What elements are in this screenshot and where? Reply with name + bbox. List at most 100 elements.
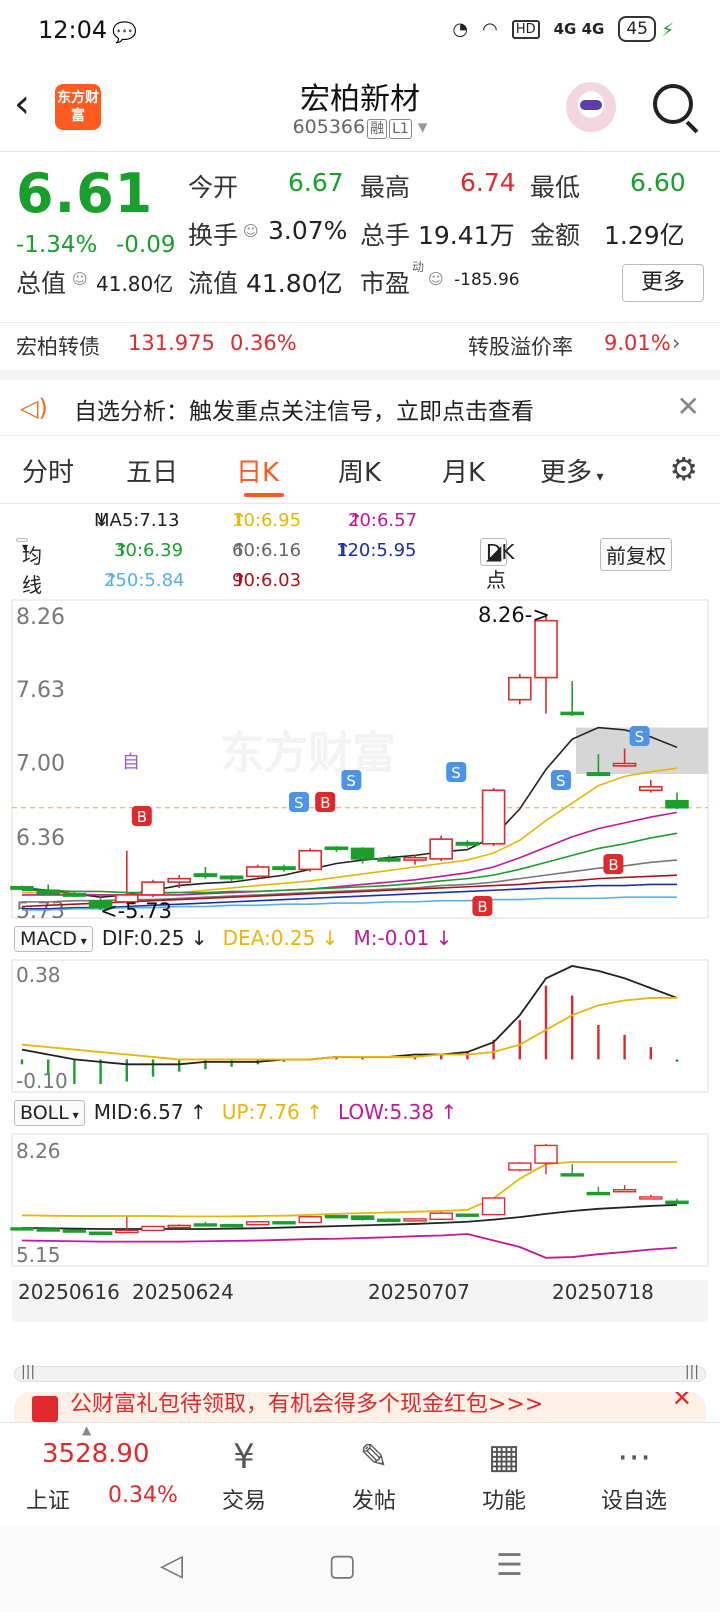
- index-value: 3528.90: [42, 1439, 150, 1469]
- ma120-label: 120:5.95 ↑: [336, 540, 417, 561]
- tab-more[interactable]: 更多 ▾: [540, 452, 604, 489]
- tab-intraday[interactable]: 分时: [22, 452, 74, 489]
- gear-icon[interactable]: ⚙: [669, 450, 698, 488]
- dif-line: [21, 965, 678, 1066]
- convertible-bond-row[interactable]: 宏柏转债 131.975 0.36% 转股溢价率 9.01% ›: [0, 322, 720, 370]
- boll-candle-body: [272, 1221, 296, 1225]
- ma250-label: 250:5.84 ↑: [104, 570, 185, 591]
- date-label: 20250707: [368, 1280, 470, 1304]
- boll-chart[interactable]: 8.26 5.15: [0, 1132, 720, 1268]
- amount-value: 1.29亿: [604, 221, 685, 250]
- boll-candle-body: [88, 1231, 113, 1236]
- macd-chart[interactable]: 0.38 -0.10: [0, 958, 720, 1094]
- scroll-handle-left-icon[interactable]: |||: [21, 1364, 35, 1380]
- battery-icon: 45: [618, 16, 656, 42]
- status-time: 12:04: [38, 16, 108, 44]
- boll-candle-body: [115, 1229, 139, 1234]
- edit-icon: ✎: [359, 1437, 389, 1477]
- tab-five-day[interactable]: 五日: [126, 452, 178, 489]
- boll-candle-body: [298, 1216, 322, 1224]
- more-button[interactable]: 更多: [622, 264, 704, 302]
- low-label: 最低: [530, 173, 581, 202]
- speed-icon: ◔: [452, 18, 469, 40]
- candle-body: [272, 866, 296, 871]
- boll-candle-body: [612, 1189, 637, 1193]
- assistant-robot-icon[interactable]: [566, 82, 616, 132]
- mcap-label: 总值: [16, 269, 67, 298]
- ma5-label: MA5:7.13 ↓: [94, 510, 180, 531]
- candle-body: [376, 858, 401, 862]
- nav-home-icon[interactable]: ▢: [328, 1548, 356, 1583]
- date-label: 20250718: [552, 1280, 654, 1304]
- post-button[interactable]: ✎ 发帖: [314, 1423, 434, 1515]
- candle-body: [507, 676, 532, 701]
- info-icon[interactable]: ☺: [72, 270, 88, 288]
- tab-monthly-k[interactable]: 月K: [442, 452, 485, 489]
- scroll-handle-right-icon[interactable]: |||: [685, 1364, 699, 1380]
- date-axis: 20250616 20250624 20250707 20250718: [12, 1280, 708, 1322]
- boll-candle-body: [508, 1162, 532, 1171]
- functions-button[interactable]: ▦ 功能: [444, 1423, 564, 1515]
- tab-weekly-k[interactable]: 周K: [338, 452, 381, 489]
- ma-select-button[interactable]: 均线 ▾: [16, 538, 42, 597]
- nav-recents-icon[interactable]: ☰: [496, 1548, 523, 1583]
- boll-candle-body: [36, 1228, 60, 1232]
- margin-tag: 融: [367, 119, 388, 139]
- candle-body: [481, 789, 506, 845]
- dk-point-button[interactable]: DK点 ◢: [480, 538, 515, 592]
- boll-select-button[interactable]: BOLL ▾: [14, 1100, 85, 1126]
- signal-marker-label: B: [137, 808, 147, 826]
- dea-line: [21, 997, 677, 1061]
- adjust-button[interactable]: 前复权: [600, 538, 672, 571]
- speaker-icon: ◁): [20, 394, 48, 422]
- ma30-line: [22, 832, 678, 894]
- candle-body: [167, 877, 191, 883]
- pe-dynamic-mark: 动: [412, 260, 425, 274]
- wifi-icon: ◠: [482, 18, 498, 40]
- bond-name: 宏柏转债: [16, 335, 100, 359]
- search-icon[interactable]: [653, 84, 693, 124]
- macd-select-button[interactable]: MACD ▾: [14, 926, 93, 952]
- candle-body: [534, 619, 558, 679]
- chart-scrollbar[interactable]: ||| |||: [14, 1364, 706, 1382]
- y-tick-label: 5.15: [16, 1243, 61, 1267]
- trade-button[interactable]: ¥ 交易: [184, 1423, 304, 1515]
- y-tick-label: -0.10: [16, 1069, 68, 1093]
- signal-marker-label: B: [477, 898, 487, 916]
- boll-candle-body: [586, 1191, 611, 1196]
- promo-banner[interactable]: 公财富礼包待领取，有机会得多个现金红包>>> ✕: [14, 1392, 706, 1422]
- boll-candle-body: [429, 1212, 453, 1220]
- boll-candle-body: [62, 1229, 87, 1233]
- charging-icon: ⚡: [661, 20, 674, 41]
- grid-icon: ▦: [487, 1437, 521, 1477]
- boll-candle-body: [10, 1227, 34, 1231]
- volume-value: 19.41万: [418, 221, 515, 250]
- date-label: 20250616: [18, 1280, 120, 1304]
- boll-candle-body: [377, 1218, 401, 1222]
- pe-label: 市盈: [360, 269, 411, 298]
- volume-label: 总手: [360, 221, 411, 250]
- turnover-label: 换手: [188, 221, 239, 250]
- index-ticker[interactable]: ▲ 3528.90 上证 0.34%: [0, 1423, 180, 1527]
- boll-candle-body: [219, 1223, 244, 1228]
- boll-candle-body: [560, 1173, 584, 1177]
- add-watchlist-button[interactable]: ⋯ 设自选: [574, 1423, 694, 1515]
- y-tick-label: 7.63: [16, 678, 65, 703]
- boll-candle-body: [141, 1225, 165, 1232]
- close-icon[interactable]: ✕: [672, 1392, 692, 1412]
- dea-label: DEA:0.25 ↓: [222, 926, 339, 950]
- boll-candle-body: [455, 1213, 480, 1217]
- promo-text: 公财富礼包待领取，有机会得多个现金红包>>>: [70, 1392, 544, 1417]
- chevron-down-icon: ▾: [411, 116, 428, 138]
- info-icon[interactable]: ☺: [243, 222, 259, 240]
- close-icon[interactable]: ✕: [677, 390, 700, 423]
- float-value: 41.80亿: [246, 269, 343, 298]
- boll-header: BOLL ▾ MID:6.57 ↑ UP:7.76 ↑ LOW:5.38 ↑: [14, 1100, 457, 1126]
- kline-chart[interactable]: 东方财富8.267.637.006.365.738.26-><-5.73自BS B…: [0, 598, 720, 928]
- signal-notice[interactable]: ◁) 自选分析：触发重点关注信号，立即点击查看 ✕: [0, 370, 720, 436]
- boll-candle-body: [324, 1214, 349, 1219]
- info-icon[interactable]: ☺: [428, 270, 444, 288]
- nav-back-icon[interactable]: ◁: [160, 1548, 183, 1583]
- candle-body: [36, 889, 61, 895]
- tab-daily-k[interactable]: 日K: [236, 452, 279, 489]
